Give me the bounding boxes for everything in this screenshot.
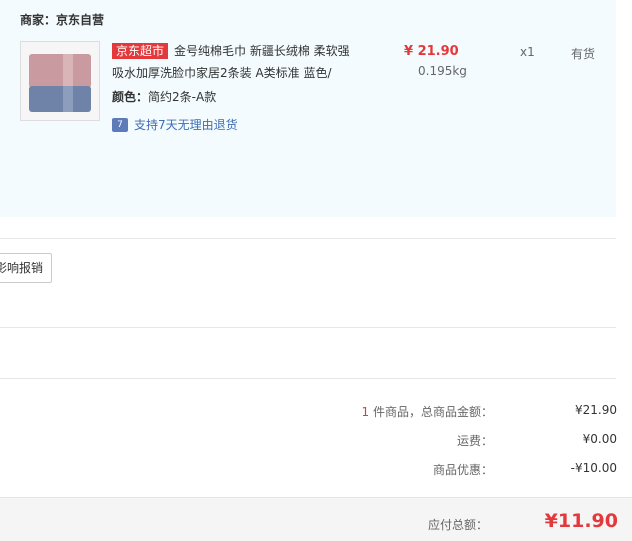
total-label: 应付总额： (427, 518, 488, 532)
shipping-label: 运费： (456, 434, 493, 448)
product-weight: 0.195kg (418, 64, 467, 78)
product-title[interactable]: 京东超市 金号纯棉毛巾 新疆长绒棉 柔软强吸水加厚洗脸巾家居2条装 A类标准 蓝色… (112, 40, 358, 84)
stock-status: 有货 (571, 47, 596, 61)
jd-supermarket-badge: 京东超市 (112, 43, 169, 59)
subtotal-label: 1 件商品，总商品金额： (361, 405, 493, 419)
towel-pink-image (29, 54, 91, 88)
shipping-value: ¥0.00 (582, 432, 617, 446)
return-policy[interactable]: 7 支持7天无理由退货 (112, 116, 238, 133)
discount-value: -¥10.00 (570, 461, 617, 475)
divider (0, 378, 616, 379)
summary-shipping-row: 运费： ¥0.00 (0, 432, 620, 452)
towel-blue-image (29, 86, 91, 112)
product-price: ¥ 21.90 (404, 44, 459, 59)
divider (0, 238, 616, 239)
total-bar: 应付总额： ¥11.90 (0, 497, 632, 541)
seven-day-return-icon: 7 (112, 117, 128, 132)
reimburse-button[interactable]: 影响报销 (0, 253, 52, 283)
summary-discount-row: 商品优惠： -¥10.00 (0, 461, 620, 481)
color-label: 颜色： (112, 90, 149, 104)
product-thumbnail[interactable] (20, 41, 100, 121)
product-color: 颜色：简约2条-A款 (112, 88, 216, 105)
total-value: ¥11.90 (544, 510, 618, 532)
discount-label: 商品优惠： (432, 463, 493, 477)
product-quantity: x1 (520, 45, 535, 59)
return-policy-text[interactable]: 支持7天无理由退货 (134, 116, 238, 133)
order-block: 商家：京东自营 京东超市 金号纯棉毛巾 新疆长绒棉 柔软强吸水加厚洗脸巾家居2条装… (0, 0, 616, 217)
divider (0, 327, 616, 328)
merchant-label: 商家：京东自营 (20, 13, 105, 27)
color-value: 简约2条-A款 (148, 90, 217, 104)
subtotal-value: ¥21.90 (575, 403, 617, 417)
summary-subtotal-row: 1 件商品，总商品金额： ¥21.90 (0, 403, 620, 423)
